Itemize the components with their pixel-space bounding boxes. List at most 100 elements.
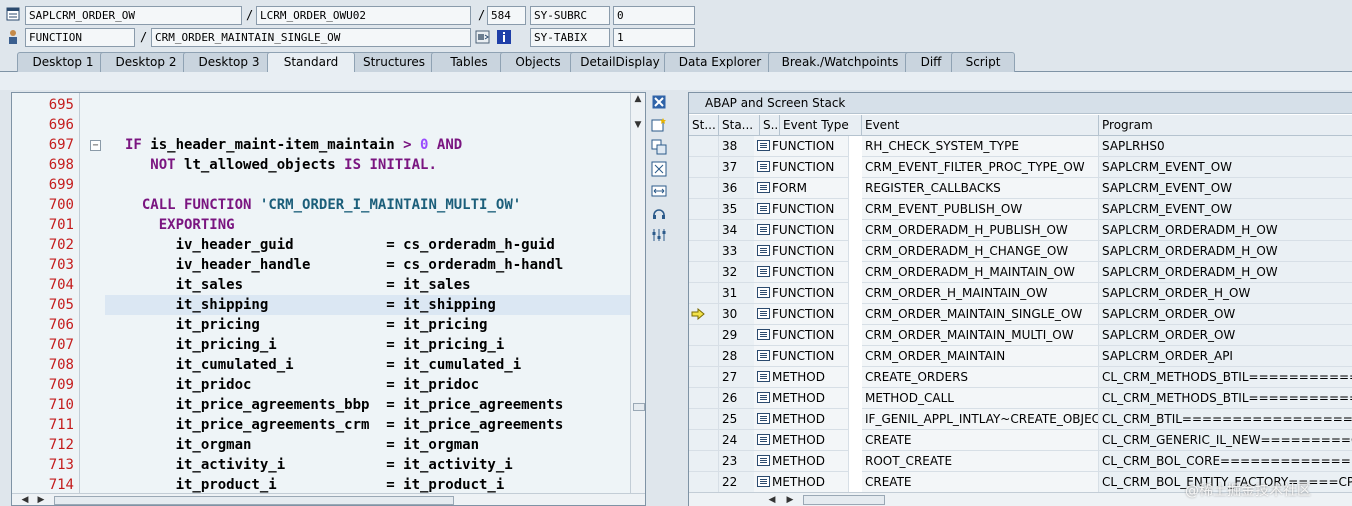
tab-desktop-2[interactable]: Desktop 2 [100, 52, 192, 72]
line-field[interactable]: 584 [487, 6, 526, 25]
vertical-scrollbar[interactable]: ▲ ▼ [630, 93, 645, 493]
event-name-field[interactable]: CRM_ORDER_MAINTAIN_SINGLE_OW [151, 28, 471, 47]
scroll-right-arrow-icon[interactable]: ▶ [783, 494, 797, 506]
code-line[interactable]: 700 CALL FUNCTION 'CRM_ORDER_I_MAINTAIN_… [12, 195, 632, 215]
column-header[interactable]: Event Type [780, 115, 862, 136]
event-type-field[interactable]: FUNCTION [25, 28, 135, 47]
column-header[interactable]: Event [862, 115, 1099, 136]
scroll-left-arrow-icon[interactable]: ◀ [18, 494, 32, 505]
stack-row[interactable]: 33 FUNCTION CRM_ORDERADM_H_CHANGE_OW SAPLCR… [689, 241, 1352, 262]
stack-row[interactable]: 37 FUNCTION CRM_EVENT_FILTER_PROC_TYPE_OW S… [689, 157, 1352, 178]
code-line[interactable]: 704 it_sales = it_sales [12, 275, 632, 295]
stack-marker-cell [689, 472, 719, 493]
tab-standard[interactable]: Standard [267, 52, 355, 73]
tab-detaildisplay[interactable]: DetailDisplay [570, 52, 670, 72]
code-line[interactable]: 710 it_price_agreements_bbp = it_price_a… [12, 395, 632, 415]
code-line[interactable]: 697 IF is_header_maint-item_maintain > 0 … [12, 135, 632, 155]
event-type-text: METHOD [772, 412, 825, 426]
event-type-cell: FUNCTION [754, 220, 849, 241]
program-field[interactable]: SAPLCRM_ORDER_OW [25, 6, 242, 25]
tab-desktop-1[interactable]: Desktop 1 [17, 52, 109, 72]
scroll-left-arrow-icon[interactable]: ◀ [765, 494, 779, 506]
stack-row[interactable]: 30 FUNCTION CRM_ORDER_MAINTAIN_SINGLE_OW SA… [689, 304, 1352, 325]
stack-row[interactable]: 26 METHOD METHOD_CALL CL_CRM_METHODS_BTIL==… [689, 388, 1352, 409]
tab-diff[interactable]: Diff [905, 52, 957, 72]
line-number: 702 [48, 237, 74, 253]
stack-row[interactable]: 36 FORM REGISTER_CALLBACKS SAPLCRM_EVENT_OW [689, 178, 1352, 199]
horizontal-scrollbar[interactable]: ◀ ▶ [12, 493, 645, 505]
stack-row[interactable]: 29 FUNCTION CRM_ORDER_MAINTAIN_MULTI_OW SAP… [689, 325, 1352, 346]
headset-icon[interactable] [650, 205, 668, 223]
code-line[interactable]: 699 [12, 175, 632, 195]
code-line[interactable]: 711 it_price_agreements_crm = it_price_a… [12, 415, 632, 435]
stack-row[interactable]: 25 METHOD IF_GENIL_APPL_INTLAY~CREATE_OBJE… [689, 409, 1352, 430]
code-line[interactable]: 705 it_shipping = it_shipping [12, 295, 632, 315]
include-field[interactable]: LCRM_ORDER_OWU02 [256, 6, 471, 25]
event-type-cell: FUNCTION [754, 346, 849, 367]
event-cell: CRM_ORDER_MAINTAIN_MULTI_OW [862, 325, 1099, 346]
code-line[interactable]: 698 NOT lt_allowed_objects IS INITIAL. [12, 155, 632, 175]
event-cell: CRM_ORDERADM_H_CHANGE_OW [862, 241, 1099, 262]
code-line[interactable]: 695 [12, 95, 632, 115]
code-line[interactable]: 706 it_pricing = it_pricing [12, 315, 632, 335]
tab-data-explorer[interactable]: Data Explorer [664, 52, 776, 72]
maximize-icon[interactable] [650, 161, 668, 179]
source-code-icon[interactable] [475, 29, 491, 45]
scroll-thumb[interactable] [54, 496, 454, 505]
scroll-up-arrow-icon[interactable]: ▲ [631, 93, 645, 105]
code-line[interactable]: 709 it_pridoc = it_pridoc [12, 375, 632, 395]
event-type-text: FORM [772, 181, 808, 195]
stack-row[interactable]: 32 FUNCTION CRM_ORDERADM_H_MAINTAIN_OW SAPL… [689, 262, 1352, 283]
tab-tables[interactable]: Tables [431, 52, 507, 72]
stack-marker-cell [689, 283, 719, 304]
stack-row[interactable]: 23 METHOD ROOT_CREATE CL_CRM_BOL_CORE======… [689, 451, 1352, 472]
code-line[interactable]: 714 it_product_i = it_product_i [12, 475, 632, 495]
code-line[interactable]: 712 it_orgman = it_orgman [12, 435, 632, 455]
column-header[interactable]: Program [1099, 115, 1352, 136]
column-header[interactable]: S... [760, 115, 780, 136]
stack-row[interactable]: 34 FUNCTION CRM_ORDERADM_H_PUBLISH_OW SAPLC… [689, 220, 1352, 241]
column-header[interactable]: Sta... [719, 115, 760, 136]
settings-tool-icon[interactable] [650, 227, 668, 245]
tab-structures[interactable]: Structures [349, 52, 439, 72]
tab-script[interactable]: Script [951, 52, 1015, 72]
code-line[interactable]: 703 iv_header_handle = cs_orderadm_h-han… [12, 255, 632, 275]
sy-subrc-value[interactable]: 0 [613, 6, 695, 25]
stack-row[interactable]: 24 METHOD CREATE CL_CRM_GENERIC_IL_NEW=====… [689, 430, 1352, 451]
tab-content-strip [0, 72, 1352, 90]
new-tool-icon[interactable] [650, 117, 668, 135]
fold-toggle[interactable]: − [90, 140, 101, 151]
source-editor[interactable]: 695 696 697 IF is_header_maint-item_maintai… [11, 92, 646, 506]
code-line[interactable]: 707 it_pricing_i = it_pricing_i [12, 335, 632, 355]
stack-row[interactable]: 35 FUNCTION CRM_EVENT_PUBLISH_OW SAPLCRM_EV… [689, 199, 1352, 220]
code-text: EXPORTING [158, 217, 235, 233]
scroll-up-arrow-icon[interactable]: ▼ [631, 119, 645, 131]
event-type-cell: FUNCTION [754, 157, 849, 178]
stack-marker-cell [689, 346, 719, 367]
scroll-thumb[interactable] [633, 403, 645, 411]
stack-row[interactable]: 38 FUNCTION RH_CHECK_SYSTEM_TYPE SAPLRHS0 [689, 136, 1352, 157]
code-line[interactable]: 701 EXPORTING [12, 215, 632, 235]
stack-row[interactable]: 28 FUNCTION CRM_ORDER_MAINTAIN SAPLCRM_ORDE… [689, 346, 1352, 367]
event-cell: CREATE_ORDERS [862, 367, 1099, 388]
scroll-right-arrow-icon[interactable]: ▶ [34, 494, 48, 505]
line-number: 700 [48, 197, 74, 213]
tab-desktop-3[interactable]: Desktop 3 [183, 52, 275, 72]
swap-tool-icon[interactable] [650, 139, 668, 157]
sy-tabix-value[interactable]: 1 [613, 28, 695, 47]
code-line[interactable]: 708 it_cumulated_i = it_cumulated_i [12, 355, 632, 375]
tab-breakpoints[interactable]: Break./Watchpoints [768, 52, 912, 72]
full-width-icon[interactable] [650, 183, 668, 201]
stack-marker-cell [689, 409, 719, 430]
info-icon[interactable] [496, 29, 512, 45]
code-line[interactable]: 713 it_activity_i = it_activity_i [12, 455, 632, 475]
stack-row[interactable]: 27 METHOD CREATE_ORDERS CL_CRM_METHODS_BTIL… [689, 367, 1352, 388]
event-cell: CRM_ORDERADM_H_MAINTAIN_OW [862, 262, 1099, 283]
stack-row[interactable]: 31 FUNCTION CRM_ORDER_H_MAINTAIN_OW SAPLCRM… [689, 283, 1352, 304]
scroll-thumb[interactable] [803, 495, 885, 505]
close-icon[interactable] [650, 95, 668, 113]
code-line[interactable]: 702 iv_header_guid = cs_orderadm_h-guid [12, 235, 632, 255]
code-line[interactable]: 696 [12, 115, 632, 135]
tab-objects[interactable]: Objects [500, 52, 576, 72]
column-header[interactable]: St... [689, 115, 719, 136]
